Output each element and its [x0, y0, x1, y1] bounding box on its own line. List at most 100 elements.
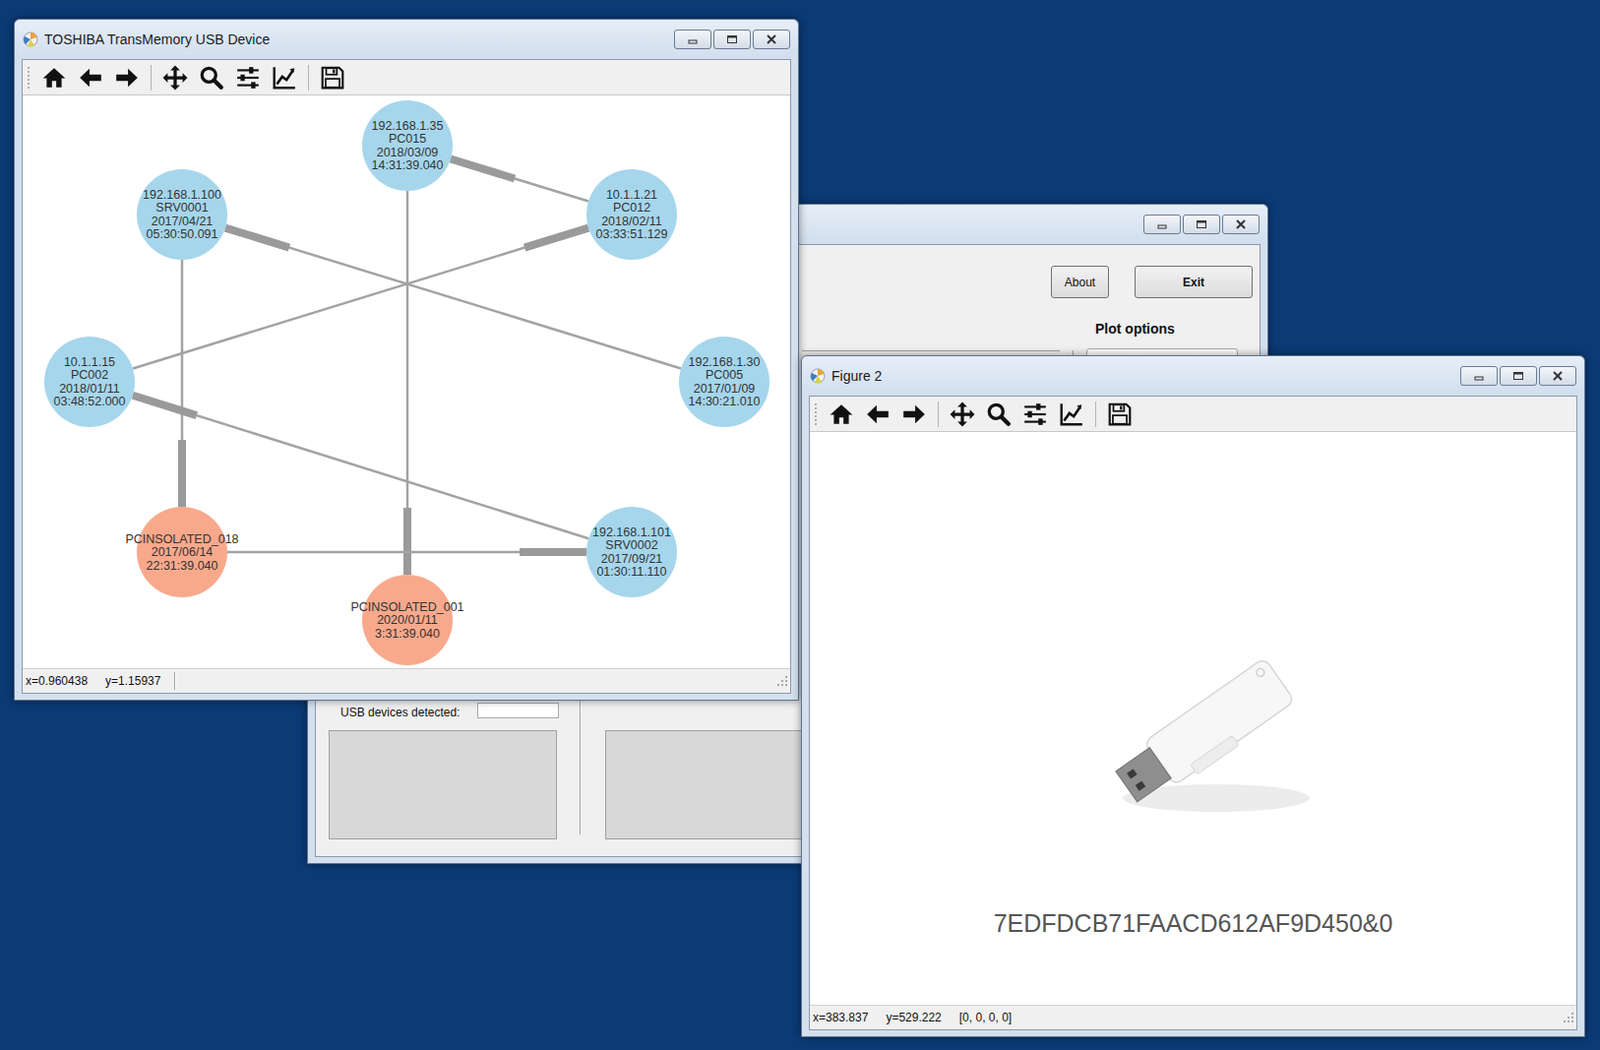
node-label: PC015	[388, 131, 427, 146]
graph-edge	[407, 190, 409, 575]
graph-node[interactable]: PCINSOLATED_0012020/01/113:31:39.040	[350, 574, 464, 666]
home-icon[interactable]	[828, 401, 855, 428]
toolbar	[809, 396, 1577, 432]
node-label: 01:30:11.110	[596, 564, 667, 579]
node-label: 14:31:39.040	[371, 158, 444, 173]
close-icon	[764, 33, 779, 46]
pan-icon[interactable]	[949, 401, 976, 428]
edge-arrow	[450, 159, 515, 180]
node-label: PCINSOLATED_018	[124, 532, 239, 547]
device-detail-box[interactable]	[605, 730, 832, 840]
node-label: 2020/01/11	[376, 613, 438, 627]
configure-icon[interactable]	[1022, 401, 1048, 428]
close-button[interactable]	[1538, 366, 1577, 386]
node-circle	[44, 336, 135, 428]
node-label: 2017/04/21	[151, 214, 214, 229]
resize-grip-icon[interactable]	[777, 676, 788, 686]
graph-node[interactable]: 192.168.1.101SRV00022017/09/2101:30:11.1…	[586, 506, 677, 598]
about-button[interactable]: About	[1050, 265, 1109, 299]
maximize-button[interactable]	[1499, 366, 1538, 386]
node-circle	[678, 336, 770, 428]
usb-devices-field[interactable]	[477, 702, 559, 719]
plot-options-label: Plot options	[1095, 318, 1175, 340]
maximize-icon	[725, 33, 739, 46]
exit-button[interactable]: Exit	[1134, 265, 1253, 299]
graph-node[interactable]: 10.1.1.21PC0122018/02/1103:33:51.129	[586, 169, 677, 260]
minimize-button[interactable]	[1460, 366, 1498, 386]
close-button[interactable]	[752, 29, 791, 50]
window-title: Figure 2	[831, 366, 1455, 387]
edit-curves-icon[interactable]	[1058, 401, 1085, 428]
save-icon[interactable]	[319, 64, 346, 91]
grip-icon	[813, 401, 818, 428]
forward-icon[interactable]	[901, 401, 927, 428]
minimize-button[interactable]	[1143, 214, 1181, 235]
forward-icon[interactable]	[114, 64, 140, 91]
node-label: 192.168.1.101	[592, 525, 672, 540]
node-label: 192.168.1.35	[371, 119, 444, 133]
node-label: PC012	[613, 200, 651, 215]
node-circle	[136, 506, 228, 598]
edit-curves-icon[interactable]	[271, 64, 298, 91]
graph-edge	[227, 552, 587, 554]
zoom-icon[interactable]	[985, 401, 1012, 428]
edge-arrow	[132, 395, 197, 416]
back-icon[interactable]	[77, 64, 104, 91]
node-label: 2018/03/09	[376, 145, 439, 160]
zoom-icon[interactable]	[198, 64, 225, 91]
maximize-button[interactable]	[1182, 214, 1221, 235]
minimize-icon	[1155, 218, 1170, 231]
node-label: 22:31:39.040	[146, 558, 219, 573]
graph-node[interactable]: PCINSOLATED_0182017/06/1422:31:39.040	[124, 506, 239, 598]
status-bar: x=0.960438 y=1.15937	[22, 668, 791, 693]
edge-arrow	[403, 507, 412, 575]
device-serial-label: 7EDFDCB71FAACD612AF9D450&0	[809, 908, 1577, 938]
network-graph[interactable]: 192.168.1.35PC0152018/03/0914:31:39.0401…	[22, 95, 791, 669]
node-label: 03:33:51.129	[596, 227, 669, 242]
back-icon[interactable]	[864, 401, 891, 428]
node-label: SRV0002	[605, 538, 658, 553]
edge-arrow	[178, 439, 186, 507]
configure-icon[interactable]	[235, 64, 261, 91]
home-icon[interactable]	[41, 64, 67, 91]
node-circle	[136, 169, 228, 260]
device-list-box[interactable]	[328, 730, 557, 840]
close-icon	[1233, 218, 1248, 231]
node-label: 2018/02/11	[601, 214, 663, 229]
edge-arrow	[225, 228, 290, 248]
minimize-icon	[685, 33, 700, 46]
edge-arrow	[519, 548, 587, 556]
plot-canvas[interactable]: 7EDFDCB71FAACD612AF9D450&0	[809, 431, 1577, 1005]
toolbar	[22, 60, 791, 96]
graph-node[interactable]: 192.168.1.30PC0052017/01/0914:30:21.010	[678, 336, 770, 428]
close-button[interactable]	[1222, 214, 1260, 235]
graph-node[interactable]: 10.1.1.15PC0022018/01/1103:48:52.000	[44, 336, 135, 428]
figure-window: Figure 2	[800, 355, 1586, 1038]
node-label: 2017/09/21	[601, 552, 664, 566]
usb-drive-image	[1088, 640, 1315, 828]
node-circle	[362, 100, 453, 191]
app-icon	[22, 31, 39, 48]
resize-grip-icon[interactable]	[1563, 1012, 1574, 1023]
node-circle	[586, 506, 677, 598]
app-icon	[809, 368, 826, 384]
node-label: 2017/06/14	[151, 545, 214, 559]
edge-arrow	[524, 228, 589, 248]
graph-window: TOSHIBA TransMemory USB Device	[13, 18, 800, 701]
node-circle	[586, 169, 677, 260]
maximize-button[interactable]	[713, 29, 751, 50]
node-label: 10.1.1.21	[606, 187, 658, 202]
pan-icon[interactable]	[162, 64, 188, 91]
title-bar: TOSHIBA TransMemory USB Device	[14, 19, 799, 60]
graph-node[interactable]: 192.168.1.35PC0152018/03/0914:31:39.040	[362, 100, 453, 191]
node-circle	[362, 574, 453, 666]
save-icon[interactable]	[1107, 401, 1133, 428]
node-label: 03:48:52.000	[54, 394, 126, 409]
node-label: PC002	[70, 368, 109, 382]
minimize-button[interactable]	[674, 29, 712, 50]
node-label: 192.168.1.100	[142, 187, 222, 202]
window-title: TOSHIBA TransMemory USB Device	[44, 29, 669, 51]
plot-canvas[interactable]: 192.168.1.35PC0152018/03/0914:31:39.0401…	[22, 95, 791, 669]
graph-node[interactable]: 192.168.1.100SRV00012017/04/2105:30:50.0…	[136, 169, 228, 260]
node-label: PCINSOLATED_001	[350, 600, 464, 615]
